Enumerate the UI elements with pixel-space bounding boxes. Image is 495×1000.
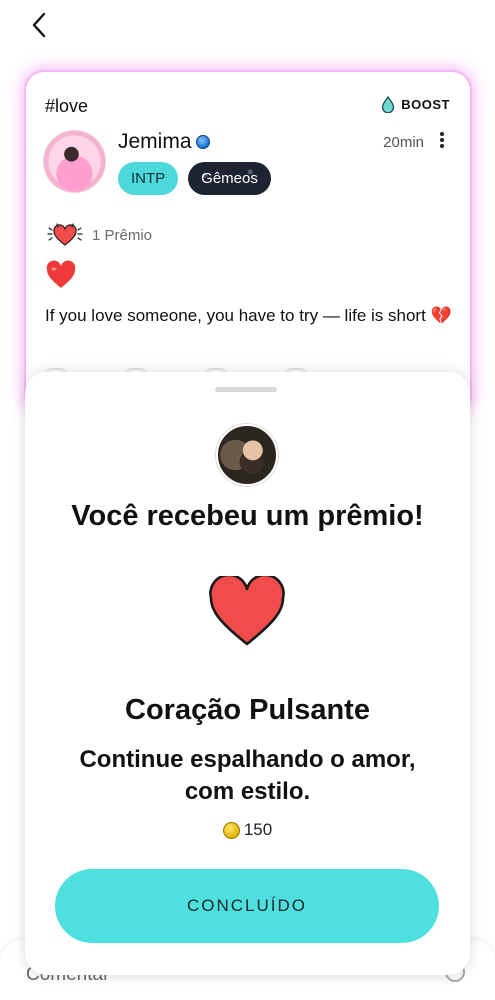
coin-amount: 150 xyxy=(243,820,273,839)
prize-row[interactable]: 1 Prêmio xyxy=(46,222,152,248)
profile-badges: INTP Gêmeos xyxy=(118,162,271,195)
heart-emoji-icon xyxy=(45,260,77,295)
pulsing-heart-icon xyxy=(47,223,83,246)
post-time: 20min xyxy=(383,134,424,151)
done-button[interactable]: CONCLUÍDO xyxy=(55,869,439,943)
back-button[interactable] xyxy=(22,8,56,42)
author-name: Jemima xyxy=(118,130,192,153)
sender-avatar xyxy=(216,424,278,486)
heart-award-icon xyxy=(209,576,285,646)
prize-count: 1 Prêmio xyxy=(92,226,153,244)
post-text: If you love someone, you have to try — l… xyxy=(45,306,452,325)
verified-badge-icon xyxy=(195,135,210,149)
post-card[interactable]: #love BOOST Jemima 20min INTP Gêmeos 1 P… xyxy=(26,72,470,412)
chevron-left-icon xyxy=(32,12,46,38)
award-description: Continue espalhando o amor, com estilo. xyxy=(79,746,416,805)
sheet-drag-handle[interactable] xyxy=(215,387,277,392)
coin-value: 150 xyxy=(25,820,470,840)
drop-icon xyxy=(382,96,395,113)
post-tag[interactable]: #love xyxy=(45,96,88,117)
award-received-sheet: Você recebeu um prêmio! Coração Pulsante… xyxy=(25,372,470,975)
award-name: Coração Pulsante xyxy=(125,694,370,726)
boost-button[interactable]: BOOST xyxy=(381,96,450,113)
author-avatar[interactable] xyxy=(43,130,106,193)
sheet-title: Você recebeu um prêmio! xyxy=(71,500,424,532)
boost-label: BOOST xyxy=(401,97,450,112)
coin-icon xyxy=(222,821,240,839)
personality-badge[interactable]: INTP xyxy=(118,162,179,195)
more-options-icon[interactable] xyxy=(436,132,448,152)
zodiac-badge[interactable]: Gêmeos xyxy=(188,162,271,195)
author-name-row[interactable]: Jemima xyxy=(118,130,210,154)
